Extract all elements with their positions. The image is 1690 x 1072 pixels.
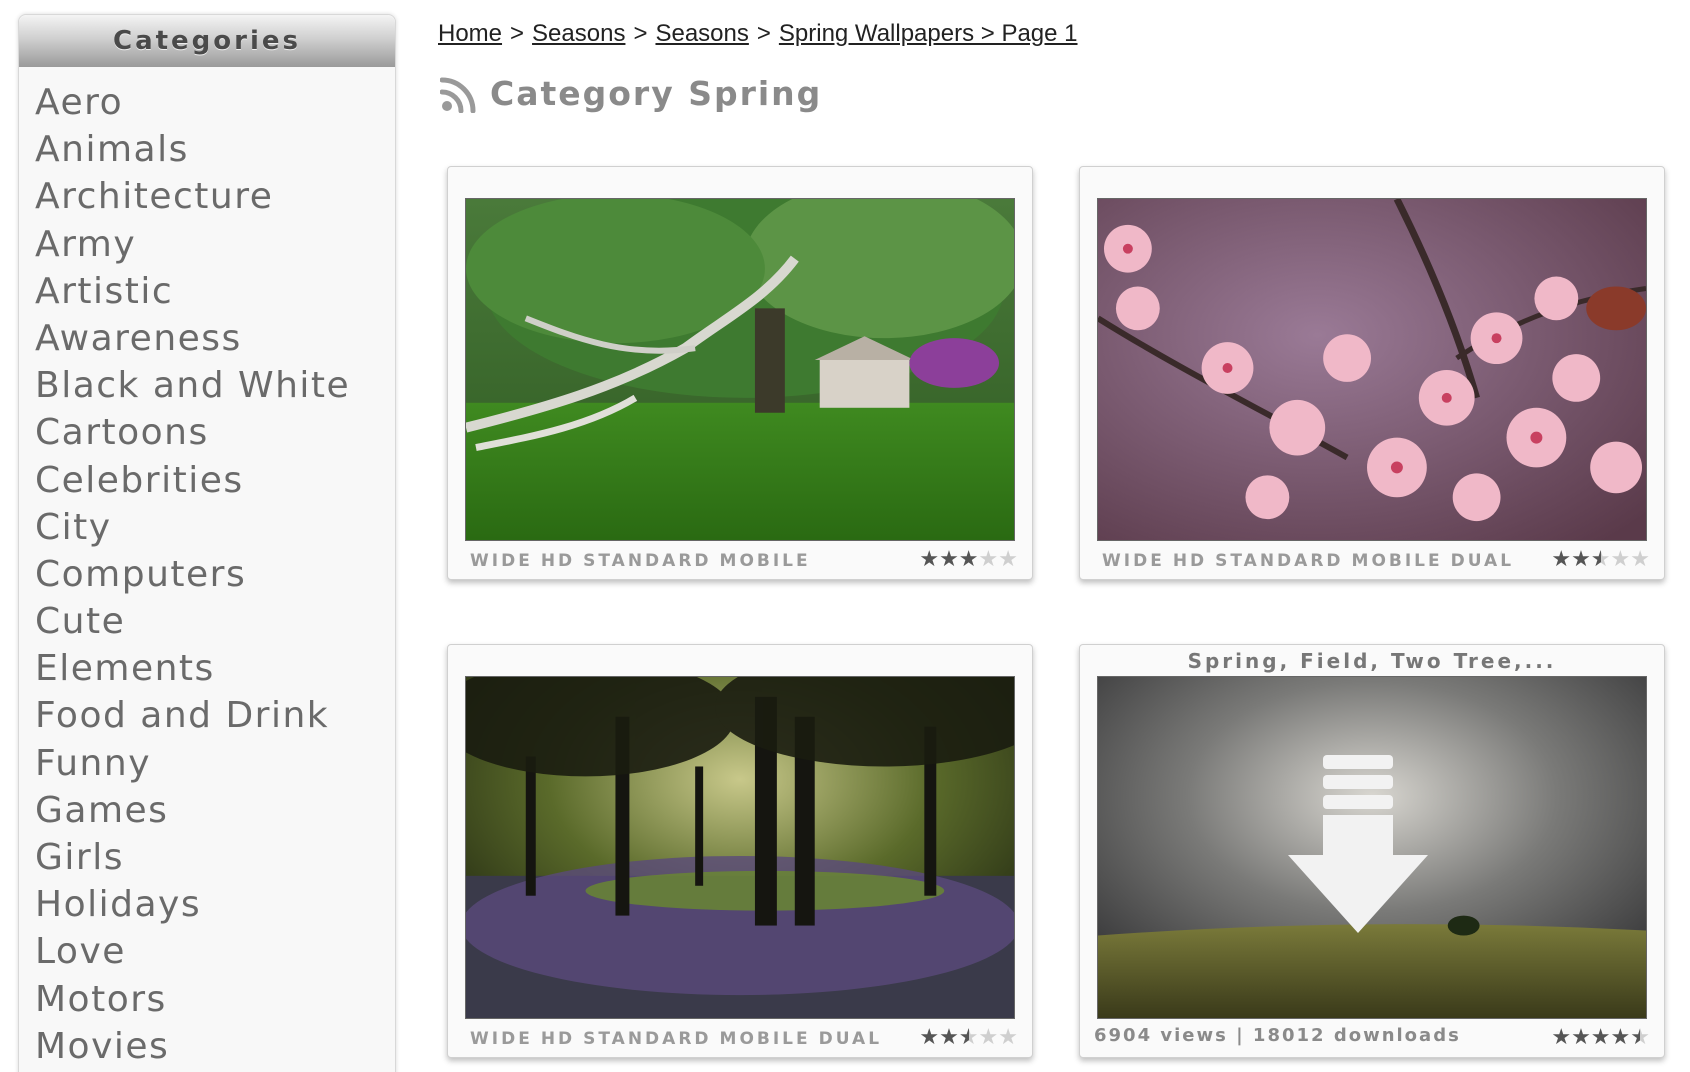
sidebar-category-animals[interactable]: Animals <box>35 126 395 173</box>
breadcrumb-home-link[interactable]: Home <box>438 20 502 47</box>
categories-sidebar: Categories Aero Animals Architecture Army Ar… <box>18 14 396 1072</box>
format-hd-link[interactable]: HD <box>541 1029 575 1049</box>
star-filled-icon[interactable]: ★ <box>1571 547 1591 572</box>
download-arrow-icon[interactable] <box>1288 755 1428 935</box>
sidebar-category-movies[interactable]: Movies <box>35 1023 395 1070</box>
sidebar-category-architecture[interactable]: Architecture <box>35 173 395 220</box>
sidebar-category-girls[interactable]: Girls <box>35 834 395 881</box>
breadcrumb-separator: > <box>510 20 525 47</box>
sidebar-category-holidays[interactable]: Holidays <box>35 881 395 928</box>
cherry-blossom-image <box>1098 199 1646 540</box>
format-mobile-link[interactable]: MOBILE <box>720 1029 811 1049</box>
star-filled-icon[interactable]: ★ <box>919 547 939 572</box>
breadcrumb-current-page-link[interactable]: Spring Wallpapers > Page 1 <box>779 20 1078 47</box>
star-filled-icon[interactable]: ★ <box>1571 1025 1591 1050</box>
star-filled-icon[interactable]: ★ <box>919 1025 939 1050</box>
star-filled-icon[interactable]: ★ <box>1551 1025 1571 1050</box>
wallpaper-card: WIDE HD STANDARD MOBILE DUAL ★★★★★ <box>447 644 1033 1058</box>
star-filled-icon[interactable]: ★ <box>1611 1025 1631 1050</box>
breadcrumb-separator: > <box>756 20 771 47</box>
breadcrumb-seasons-link[interactable]: Seasons <box>532 20 625 47</box>
star-rating: ★★★★★ <box>919 1025 1018 1051</box>
page-title: Category Spring <box>490 74 823 113</box>
format-standard-link[interactable]: STANDARD <box>1215 551 1343 571</box>
sidebar-category-aero[interactable]: Aero <box>35 79 395 126</box>
star-filled-icon[interactable]: ★ <box>939 1025 959 1050</box>
wallpaper-card: WIDE HD STANDARD MOBILE ★★★★★ <box>447 166 1033 580</box>
star-empty-icon[interactable]: ★ <box>1630 547 1650 572</box>
star-filled-icon[interactable]: ★ <box>1551 547 1571 572</box>
star-rating: ★★★★★ <box>919 547 1018 573</box>
wallpaper-thumbnail-forest-bluebells[interactable] <box>465 676 1015 1019</box>
sidebar-category-cute[interactable]: Cute <box>35 598 395 645</box>
view-download-stats: 6904 views | 18012 downloads <box>1094 1025 1461 1046</box>
wallpaper-card-hovered: Spring, Field, Two Tree,... 6904 views |… <box>1079 644 1665 1058</box>
format-mobile-link[interactable]: MOBILE <box>1352 551 1443 571</box>
format-mobile-link[interactable]: MOBILE <box>720 551 811 571</box>
page-title-row: Category Spring <box>440 74 822 113</box>
wallpaper-thumbnail-cherry-blossom[interactable] <box>1097 198 1647 541</box>
star-empty-icon[interactable]: ★ <box>1611 547 1631 572</box>
breadcrumb-separator: > <box>633 20 648 47</box>
sidebar-category-elements[interactable]: Elements <box>35 645 395 692</box>
format-wide-link[interactable]: WIDE <box>470 1029 533 1049</box>
format-dual-link[interactable]: DUAL <box>1451 551 1514 571</box>
sidebar-category-artistic[interactable]: Artistic <box>35 268 395 315</box>
sidebar-category-food-and-drink[interactable]: Food and Drink <box>35 692 395 739</box>
sidebar-category-army[interactable]: Army <box>35 221 395 268</box>
star-rating: ★★★★★ <box>1551 547 1650 573</box>
format-wide-link[interactable]: WIDE <box>470 551 533 571</box>
sidebar-category-city[interactable]: City <box>35 504 395 551</box>
star-half-icon[interactable]: ★ <box>1630 1025 1650 1050</box>
star-empty-icon[interactable]: ★ <box>998 1025 1018 1050</box>
star-filled-icon[interactable]: ★ <box>1591 1025 1611 1050</box>
sidebar-category-computers[interactable]: Computers <box>35 551 395 598</box>
sidebar-category-cartoons[interactable]: Cartoons <box>35 409 395 456</box>
breadcrumb: Home > Seasons > Seasons > Spring Wallpapers >… <box>438 20 1078 48</box>
sidebar-category-motors[interactable]: Motors <box>35 976 395 1023</box>
breadcrumb-seasons-link-2[interactable]: Seasons <box>655 20 748 47</box>
star-rating: ★★★★★ <box>1551 1025 1650 1051</box>
wallpaper-card: WIDE HD STANDARD MOBILE DUAL ★★★★★ <box>1079 166 1665 580</box>
format-hd-link[interactable]: HD <box>541 551 575 571</box>
format-links: WIDE HD STANDARD MOBILE DUAL <box>1102 551 1522 571</box>
rss-icon[interactable] <box>440 75 478 113</box>
format-standard-link[interactable]: STANDARD <box>583 551 711 571</box>
format-wide-link[interactable]: WIDE <box>1102 551 1165 571</box>
format-hd-link[interactable]: HD <box>1173 551 1207 571</box>
star-empty-icon[interactable]: ★ <box>979 547 999 572</box>
star-empty-icon[interactable]: ★ <box>979 1025 999 1050</box>
sidebar-title: Categories <box>19 15 395 67</box>
sidebar-category-black-and-white[interactable]: Black and White <box>35 362 395 409</box>
category-list: Aero Animals Architecture Army Artistic Aware… <box>19 67 395 1070</box>
sidebar-category-celebrities[interactable]: Celebrities <box>35 457 395 504</box>
format-dual-link[interactable]: DUAL <box>819 1029 882 1049</box>
star-filled-icon[interactable]: ★ <box>939 547 959 572</box>
wallpaper-thumbnail-tree-house[interactable] <box>465 198 1015 541</box>
sidebar-category-love[interactable]: Love <box>35 928 395 975</box>
star-half-icon[interactable]: ★ <box>1591 547 1611 572</box>
wallpaper-title[interactable]: Spring, Field, Two Tree,... <box>1080 649 1664 673</box>
forest-bluebells-image <box>466 677 1014 1018</box>
format-links: WIDE HD STANDARD MOBILE <box>470 551 819 571</box>
star-filled-icon[interactable]: ★ <box>959 547 979 572</box>
tree-house-image <box>466 199 1014 540</box>
format-standard-link[interactable]: STANDARD <box>583 1029 711 1049</box>
star-half-icon[interactable]: ★ <box>959 1025 979 1050</box>
sidebar-category-funny[interactable]: Funny <box>35 740 395 787</box>
sidebar-category-awareness[interactable]: Awareness <box>35 315 395 362</box>
sidebar-category-games[interactable]: Games <box>35 787 395 834</box>
format-links: WIDE HD STANDARD MOBILE DUAL <box>470 1029 890 1049</box>
star-empty-icon[interactable]: ★ <box>998 547 1018 572</box>
